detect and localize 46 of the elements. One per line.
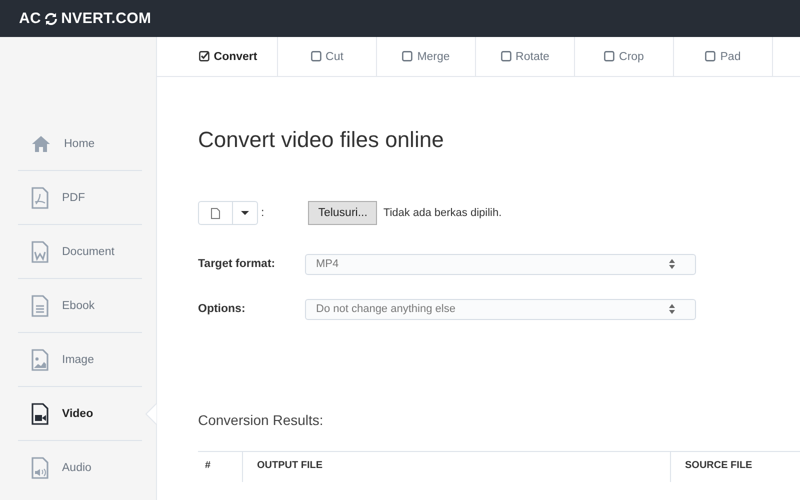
colon-text: : bbox=[261, 207, 264, 219]
home-icon bbox=[31, 134, 51, 152]
pdf-file-icon bbox=[31, 186, 49, 208]
video-file-icon bbox=[31, 402, 49, 424]
sidebar-item[interactable]: Home bbox=[18, 117, 142, 171]
sidebar-item[interactable]: Video bbox=[18, 387, 142, 441]
tab[interactable]: Pad bbox=[674, 37, 773, 76]
logo-text: NVERT.COM bbox=[61, 10, 152, 27]
file-icon bbox=[211, 208, 220, 218]
field-label: Target format: bbox=[198, 258, 276, 270]
caret-icon bbox=[241, 211, 249, 215]
checkbox-icon bbox=[402, 51, 414, 62]
column-header: SOURCE FILE bbox=[670, 452, 800, 482]
checked-box-icon bbox=[198, 51, 210, 62]
select-field[interactable]: Do not change anything else bbox=[305, 298, 696, 320]
checkbox-icon bbox=[310, 51, 322, 62]
select-arrows-icon bbox=[669, 259, 675, 269]
field-label: Options: bbox=[198, 303, 246, 315]
refresh-icon bbox=[44, 12, 58, 26]
checkbox-icon bbox=[604, 51, 616, 62]
tab[interactable]: Merge bbox=[377, 37, 476, 76]
audio-file-icon bbox=[31, 456, 49, 478]
tab[interactable]: Cut bbox=[278, 37, 377, 76]
logo-text: AC bbox=[19, 10, 42, 27]
sidebar-item[interactable]: Audio bbox=[18, 441, 142, 494]
tab[interactable]: Convert bbox=[157, 37, 278, 76]
text-file-icon bbox=[31, 294, 49, 316]
browse-button[interactable]: Telusuri... bbox=[308, 201, 378, 225]
file-source-dropdown[interactable] bbox=[198, 201, 258, 225]
checkbox-icon bbox=[500, 51, 512, 62]
select-arrows-icon bbox=[669, 304, 675, 314]
sidebar-item[interactable]: PDF bbox=[18, 171, 142, 225]
sidebar-item[interactable]: Image bbox=[18, 333, 142, 387]
sidebar-item[interactable]: Document bbox=[18, 225, 142, 279]
column-header: OUTPUT FILE bbox=[242, 452, 670, 482]
page-title: Convert video files online bbox=[198, 127, 445, 153]
tab[interactable]: Crop bbox=[575, 37, 674, 76]
select-field[interactable]: MP4 bbox=[305, 254, 696, 274]
image-file-icon bbox=[31, 348, 49, 370]
tab[interactable]: Rotate bbox=[476, 37, 575, 76]
checkbox-icon bbox=[705, 51, 716, 62]
word-document-icon bbox=[31, 240, 49, 262]
column-header: # bbox=[204, 459, 212, 473]
sidebar-item[interactable]: Ebook bbox=[18, 279, 142, 333]
file-status-text: Tidak ada berkas dipilih. bbox=[383, 207, 502, 219]
section-heading: Conversion Results: bbox=[198, 412, 324, 428]
